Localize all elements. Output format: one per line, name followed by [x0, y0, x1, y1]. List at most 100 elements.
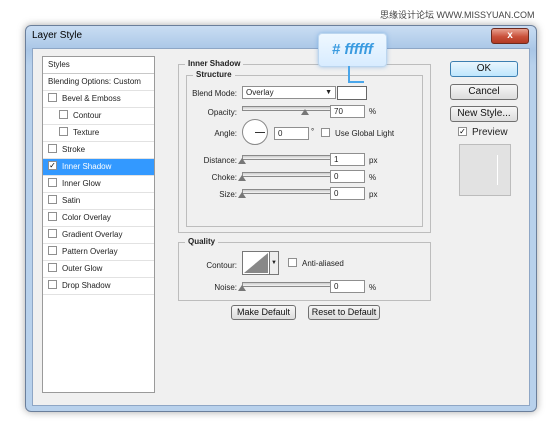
opacity-field[interactable]: 70 — [330, 105, 365, 118]
anti-aliased-checkbox[interactable]: Anti-aliased — [288, 258, 344, 268]
noise-field[interactable]: 0 — [330, 280, 365, 293]
structure-title: Structure — [193, 70, 235, 79]
noise-slider-thumb[interactable] — [238, 285, 246, 291]
style-item-label: Contour — [73, 111, 102, 120]
style-item[interactable]: Blending Options: Custom — [43, 74, 154, 91]
checkbox-icon[interactable] — [48, 195, 57, 205]
angle-unit: ° — [311, 127, 315, 136]
contour-label: Contour: — [206, 261, 237, 270]
checkbox-icon[interactable] — [48, 229, 57, 239]
style-item[interactable]: Texture — [43, 125, 154, 142]
size-label: Size: — [219, 190, 237, 199]
style-item[interactable]: Stroke — [43, 142, 154, 159]
distance-field[interactable]: 1 — [330, 153, 365, 166]
angle-dial-needle — [255, 132, 265, 133]
style-item-label: Pattern Overlay — [62, 247, 118, 256]
shadow-color-swatch[interactable] — [337, 86, 367, 100]
preview-swatch — [459, 144, 511, 196]
preview-checkbox[interactable]: ✓ Preview — [458, 126, 508, 138]
close-button[interactable]: x — [491, 28, 529, 44]
styles-list: Styles Blending Options: Custom Bevel & E… — [42, 56, 155, 393]
style-item[interactable]: ✓ Inner Shadow — [43, 159, 154, 176]
style-item-label: Satin — [62, 196, 81, 205]
angle-field[interactable]: 0 — [274, 127, 309, 140]
choke-label: Choke: — [211, 173, 237, 182]
quality-group — [178, 242, 431, 301]
inner-shadow-title: Inner Shadow — [185, 59, 244, 68]
style-item-label: Blending Options: Custom — [48, 77, 141, 86]
styles-header[interactable]: Styles — [43, 57, 154, 74]
checkbox-icon[interactable] — [48, 280, 57, 290]
checkbox-icon[interactable] — [48, 212, 57, 222]
make-default-button[interactable]: Make Default — [231, 305, 296, 320]
style-item-label: Texture — [73, 128, 100, 137]
contour-picker[interactable] — [242, 251, 270, 275]
ok-button[interactable]: OK — [450, 61, 518, 77]
distance-slider-thumb[interactable] — [238, 158, 246, 164]
style-item-label: Inner Glow — [62, 179, 101, 188]
cancel-button[interactable]: Cancel — [450, 84, 518, 100]
anti-aliased-label: Anti-aliased — [302, 259, 344, 268]
quality-title: Quality — [185, 237, 219, 246]
checkbox-icon[interactable]: ✓ — [48, 161, 57, 171]
reset-to-default-button[interactable]: Reset to Default — [308, 305, 380, 320]
checkbox-icon[interactable] — [48, 178, 57, 188]
chevron-down-icon: ▼ — [325, 89, 332, 96]
style-item[interactable]: Color Overlay — [43, 210, 154, 227]
style-item[interactable]: Inner Glow — [43, 176, 154, 193]
style-item-label: Outer Glow — [62, 264, 103, 273]
style-item-label: Gradient Overlay — [62, 230, 123, 239]
noise-slider[interactable] — [242, 282, 334, 287]
size-slider-thumb[interactable] — [238, 192, 246, 198]
callout-connector-foot — [348, 81, 364, 83]
callout-connector — [348, 66, 350, 82]
blend-mode-label: Blend Mode: — [192, 89, 237, 98]
checkbox-icon[interactable] — [48, 263, 57, 273]
opacity-slider[interactable] — [242, 106, 334, 111]
checkbox-icon[interactable] — [48, 246, 57, 256]
opacity-label: Opacity: — [207, 108, 237, 117]
styles-items: Blending Options: Custom Bevel & Emboss Co… — [43, 74, 154, 295]
style-item-label: Drop Shadow — [62, 281, 111, 290]
checkbox-icon[interactable] — [59, 110, 68, 120]
style-item[interactable]: Drop Shadow — [43, 278, 154, 295]
choke-slider-thumb[interactable] — [238, 175, 246, 181]
noise-unit: % — [369, 283, 377, 292]
checkbox-icon — [288, 258, 297, 268]
opacity-slider-thumb[interactable] — [301, 109, 309, 115]
angle-label: Angle: — [214, 129, 237, 138]
style-item[interactable]: Gradient Overlay — [43, 227, 154, 244]
style-item[interactable]: Pattern Overlay — [43, 244, 154, 261]
style-item-label: Color Overlay — [62, 213, 111, 222]
style-item[interactable]: Contour — [43, 108, 154, 125]
checkbox-icon[interactable] — [48, 144, 57, 154]
chevron-down-icon: ▼ — [271, 260, 277, 266]
size-field[interactable]: 0 — [330, 187, 365, 200]
choke-slider[interactable] — [242, 172, 334, 177]
checkbox-icon[interactable] — [48, 93, 57, 103]
blend-mode-select[interactable]: Overlay ▼ — [242, 86, 336, 99]
style-item-label: Stroke — [62, 145, 86, 154]
contour-dropdown[interactable]: ▼ — [269, 251, 279, 275]
style-item[interactable]: Satin — [43, 193, 154, 210]
style-item-label: Bevel & Emboss — [62, 94, 121, 103]
distance-unit: px — [369, 156, 378, 165]
noise-label: Noise: — [214, 283, 237, 292]
window-title: Layer Style — [32, 30, 83, 41]
distance-slider[interactable] — [242, 155, 334, 160]
style-item-label: Inner Shadow — [62, 162, 112, 171]
checkbox-icon[interactable] — [59, 127, 68, 137]
use-global-light-checkbox[interactable]: Use Global Light — [321, 128, 394, 138]
checkbox-icon: ✓ — [458, 126, 467, 136]
new-style-button[interactable]: New Style... — [450, 106, 518, 122]
style-item[interactable]: Outer Glow — [43, 261, 154, 278]
color-callout: # ffffff — [318, 33, 387, 67]
preview-label: Preview — [472, 127, 508, 138]
choke-field[interactable]: 0 — [330, 170, 365, 183]
angle-dial[interactable] — [242, 119, 268, 145]
contour-curve-icon — [244, 253, 268, 273]
style-item[interactable]: Bevel & Emboss — [43, 91, 154, 108]
size-slider[interactable] — [242, 189, 334, 194]
watermark-text: 思缘设计论坛 WWW.MISSYUAN.COM — [380, 10, 535, 20]
size-unit: px — [369, 190, 378, 199]
